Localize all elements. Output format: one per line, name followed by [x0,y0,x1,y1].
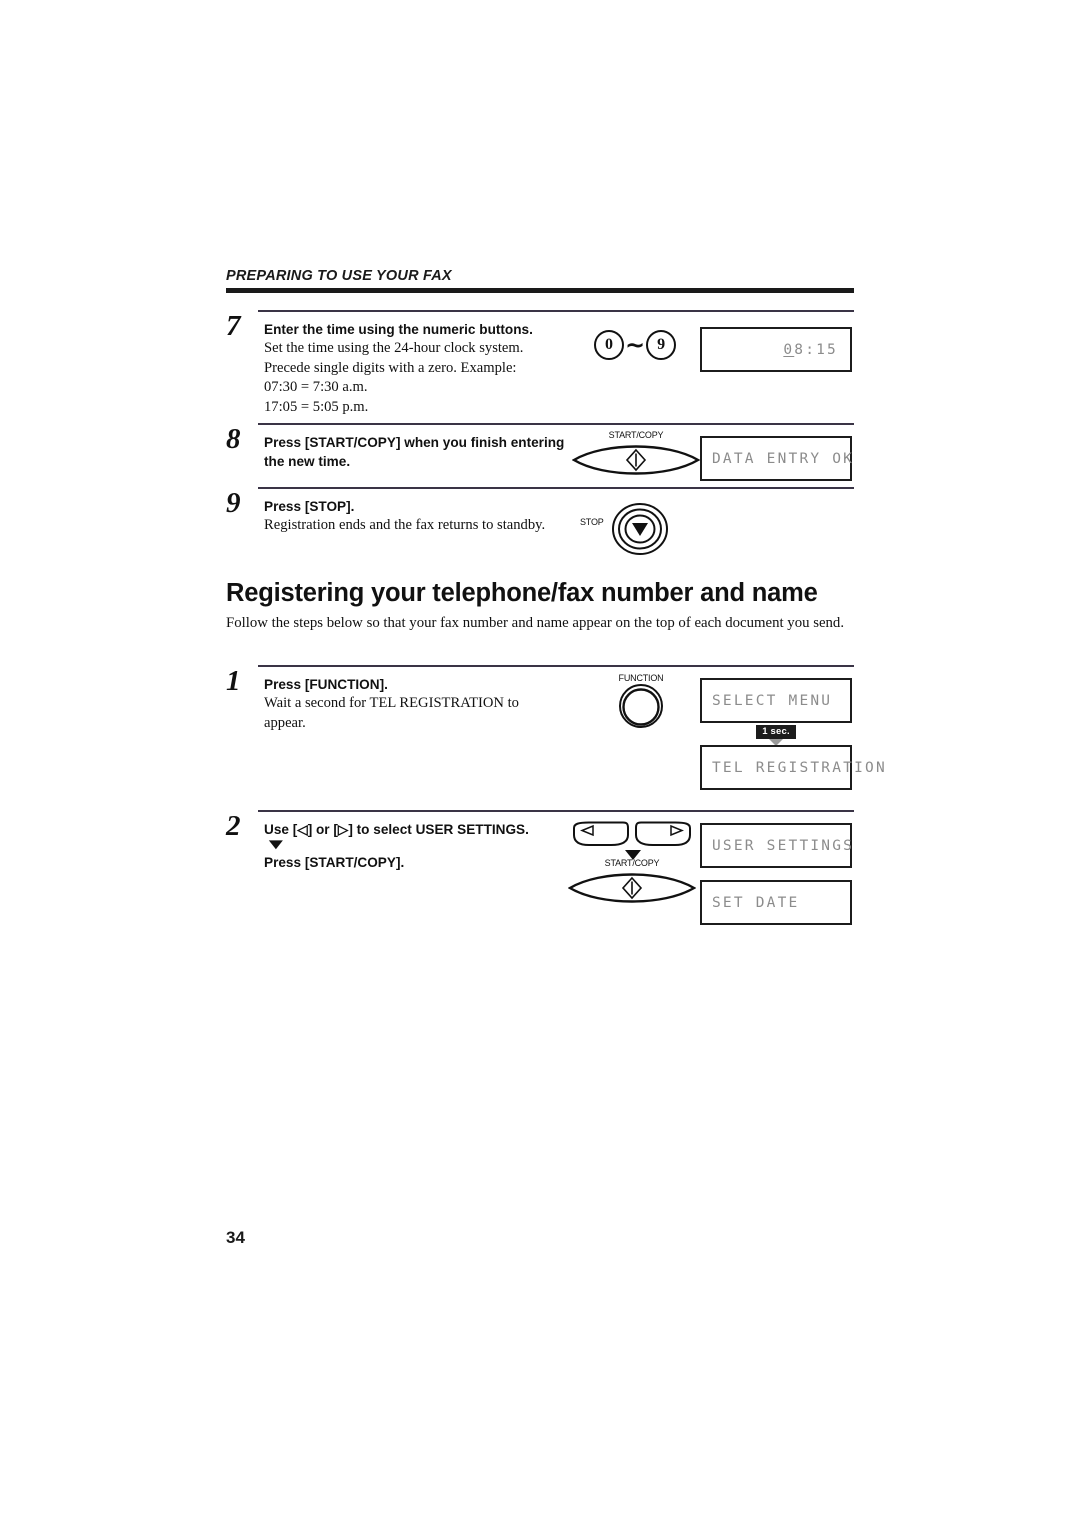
lcd-time-rest: 8:15 [794,341,838,358]
function-button-icon: FUNCTION [601,673,681,731]
lcd-display-user-settings: USER SETTINGS [700,823,852,868]
running-header: PREPARING TO USE YOUR FAX [226,268,854,293]
step-desc-line: Set the time using the 24-hour clock sys… [264,340,524,356]
step-desc-line: Wait a second for TEL REGISTRATION to [264,695,519,711]
step-desc-line: 07:30 = 7:30 a.m. [264,379,368,395]
step-number: 8 [226,423,241,455]
step-body: Enter the time using the numeric buttons… [264,320,594,417]
running-header-rule [226,288,854,293]
lcd-display-time: 08:15 [700,327,852,372]
lcd-text: USER SETTINGS [712,837,855,854]
arrow-keys-shape [573,821,691,846]
step-separator [258,423,854,425]
start-copy-button-caption: START/COPY [608,430,664,440]
arrow-keys-icon [571,821,693,847]
lcd-text: SET DATE [712,894,800,911]
lcd-text: TEL REGISTRATION [712,759,887,776]
section-intro: Follow the steps below so that your fax … [226,615,845,631]
range-tilde-icon: ~ [625,331,646,359]
section-title: Registering your telephone/fax number an… [226,579,818,607]
function-button-shape [619,684,663,728]
step-title-line: Press [START/COPY]. [264,855,405,870]
lcd-display-data-entry-ok: DATA ENTRY OK [700,436,852,481]
step-body: Press [STOP]. Registration ends and the … [264,497,614,536]
step-number: 2 [226,810,241,842]
lcd-time-value: 08:15 [783,342,850,358]
start-copy-lens-shape [567,873,697,903]
start-copy-button-icon: START/COPY [571,430,701,482]
step-number: 9 [226,487,241,519]
lcd-text: SELECT MENU [712,692,833,709]
step-number: 1 [226,665,241,697]
step-title-line: the new time. [264,454,351,469]
step-separator [258,487,854,489]
lcd-display-tel-registration: TEL REGISTRATION [700,745,885,790]
step-desc: Registration ends and the fax returns to… [264,517,546,533]
step-title-line: Press [START/COPY] when you finish enter… [264,435,565,450]
lcd-display-select-menu: SELECT MENU [700,678,852,723]
numeric-key-low: 0 [594,330,624,360]
step-title: Press [FUNCTION]. [264,677,388,692]
step-separator [258,810,854,812]
step-desc-line: 17:05 = 5:05 p.m. [264,398,369,415]
step-separator [258,665,854,667]
stop-button-icon: STOP [580,503,692,555]
step-body: Use [◁] or [▷] to select USER SETTINGS. … [264,820,614,872]
manual-page: PREPARING TO USE YOUR FAX 7 Enter the ti… [0,0,1080,1528]
lcd-cursor-digit: 0 [783,341,795,358]
start-copy-lens-shape [571,445,701,475]
section-heading: Registering your telephone/fax number an… [226,578,854,633]
step-number: 7 [226,310,241,342]
stop-button-caption: STOP [580,517,604,527]
step-separator [258,310,854,312]
start-copy-button-icon: START/COPY [567,858,697,910]
delay-label: 1 sec. [756,725,796,739]
numeric-keys-icon: 0 ~ 9 [594,330,677,360]
step-title-line: Use [◁] or [▷] to select USER SETTINGS. [264,822,529,837]
step-title: Press [STOP]. [264,499,355,514]
step-body: Press [FUNCTION]. Wait a second for TEL … [264,675,614,733]
step-desc-line: Precede single digits with a zero. Examp… [264,359,517,376]
step-title: Enter the time using the numeric buttons… [264,322,533,337]
start-copy-button-caption: START/COPY [604,858,660,868]
step-body: Press [START/COPY] when you finish enter… [264,433,594,471]
numeric-key-high: 9 [646,330,677,360]
page-number: 34 [226,1228,245,1247]
step-desc-line: appear. [264,714,306,731]
lcd-display-set-date: SET DATE [700,880,852,925]
delay-indicator: 1 sec. [736,725,816,746]
function-button-caption: FUNCTION [618,673,664,683]
running-header-title: PREPARING TO USE YOUR FAX [226,268,452,284]
stop-button-shape [612,503,668,555]
lcd-text: DATA ENTRY OK [712,450,855,467]
